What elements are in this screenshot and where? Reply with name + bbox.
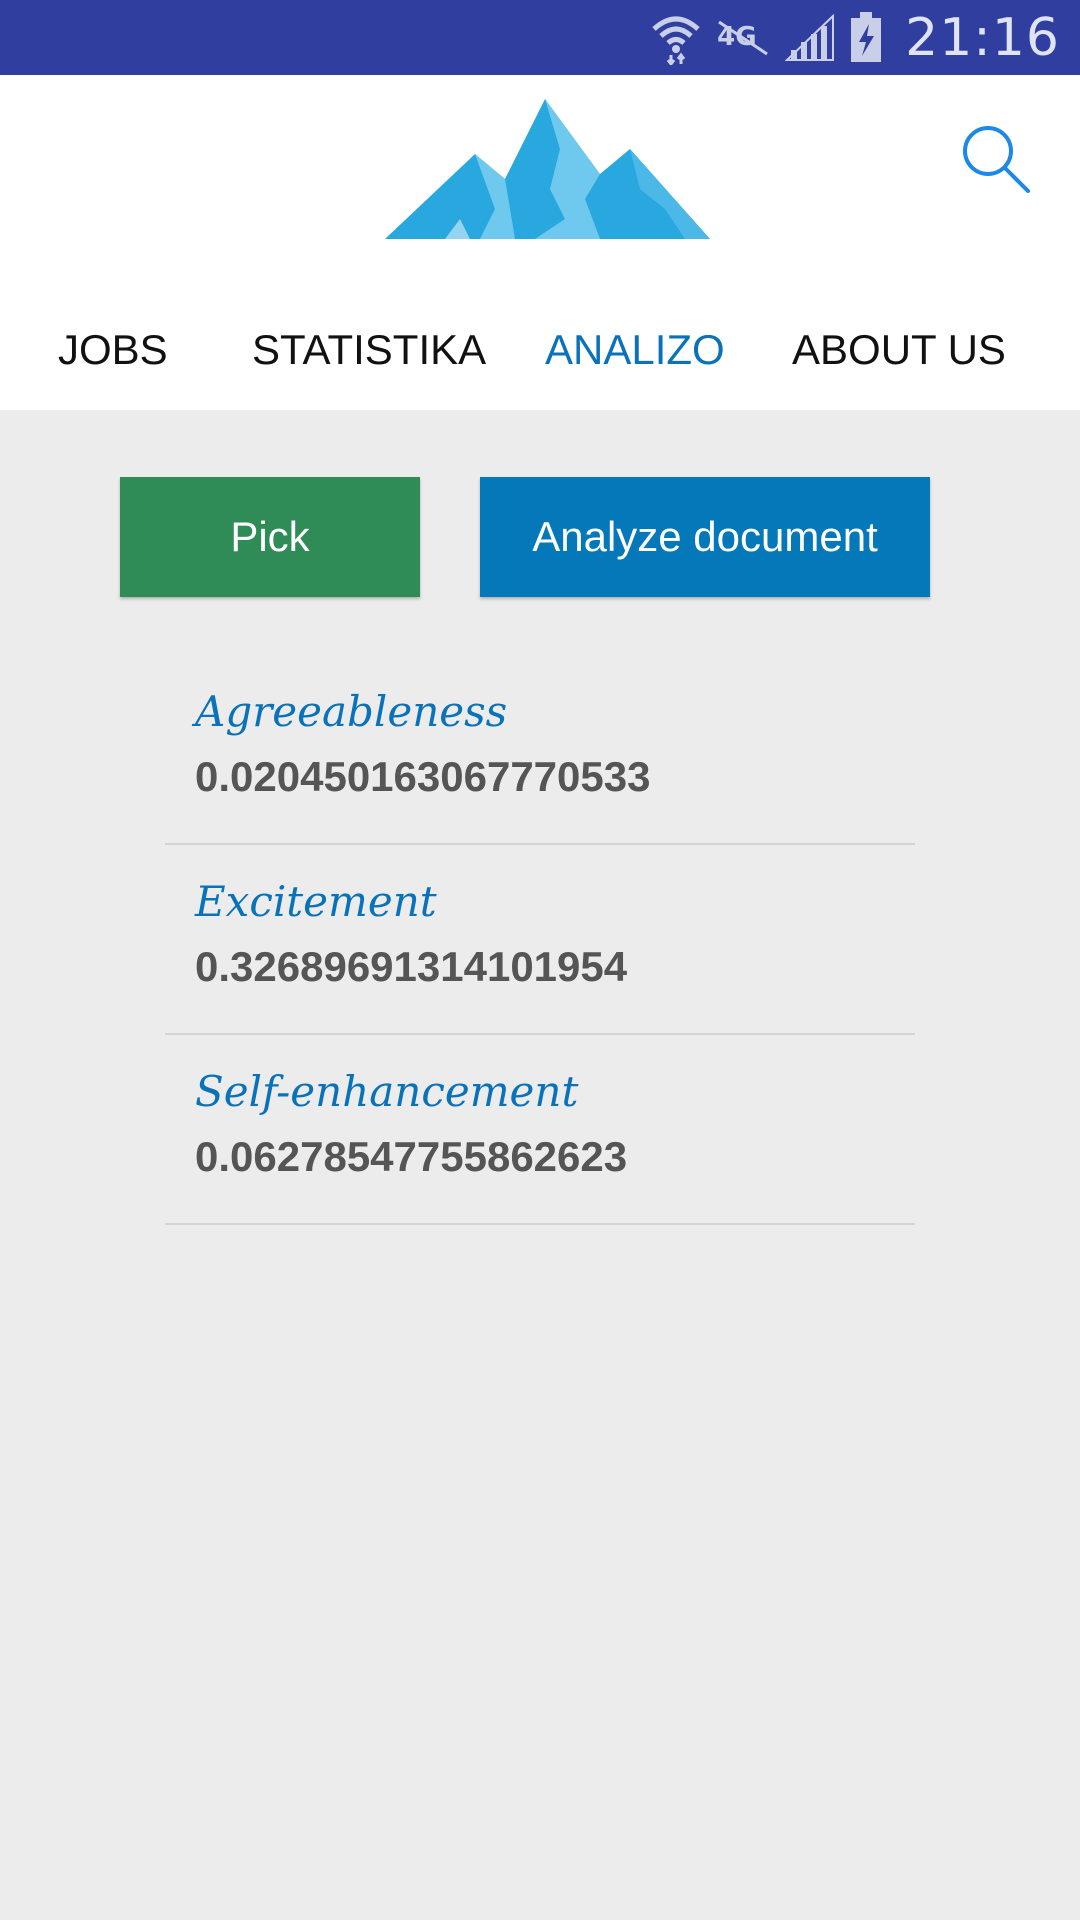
analyze-document-button[interactable]: Analyze document [480, 477, 930, 597]
tab-statistika[interactable]: STATISTIKA [252, 300, 486, 400]
result-value: 0.06278547755862623 [195, 1133, 628, 1180]
tab-analizo[interactable]: ANALIZO [545, 300, 725, 400]
results-list: Agreeableness 0.020450163067770533 Excit… [165, 655, 915, 1225]
result-value: 0.020450163067770533 [195, 753, 651, 800]
result-label: Self-enhancement [195, 1067, 579, 1116]
status-icons: 4G 21:16 [651, 0, 1060, 75]
list-item: Self-enhancement 0.06278547755862623 [165, 1035, 915, 1225]
mountain-logo [385, 89, 710, 249]
list-item: Excitement 0.32689691314101954 [165, 845, 915, 1035]
tab-jobs[interactable]: JOBS [58, 300, 168, 400]
signal-icon [785, 13, 835, 62]
search-button[interactable] [960, 123, 1032, 195]
battery-charging-icon [849, 11, 883, 64]
network-4g-icon: 4G [715, 18, 771, 58]
wifi-icon [651, 11, 701, 65]
list-item: Agreeableness 0.020450163067770533 [165, 655, 915, 845]
result-label: Agreeableness [195, 687, 508, 736]
nav-tabs: JOBS STATISTIKA ANALIZO ABOUT US [0, 300, 1080, 400]
status-bar: 4G 21:16 [0, 0, 1080, 75]
tab-about-us[interactable]: ABOUT US [792, 300, 1006, 400]
status-time: 21:16 [905, 7, 1060, 68]
result-label: Excitement [195, 877, 437, 926]
pick-button[interactable]: Pick [120, 477, 420, 597]
search-icon [963, 126, 1030, 193]
app-header: JOBS STATISTIKA ANALIZO ABOUT US [0, 75, 1080, 410]
main-content: Pick Analyze document Agreeableness 0.02… [0, 410, 1080, 1920]
result-value: 0.32689691314101954 [195, 943, 628, 990]
